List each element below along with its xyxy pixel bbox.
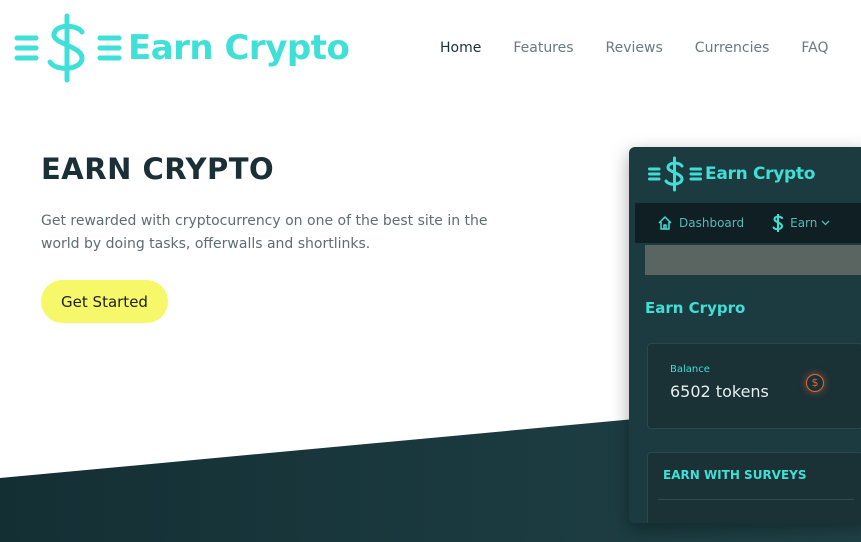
- surveys-title: EARN WITH SURVEYS: [663, 468, 807, 482]
- mockup-nav-earn-label: Earn: [790, 216, 818, 230]
- balance-value: 6502 tokens: [670, 382, 769, 401]
- balance-label: Balance: [670, 364, 710, 375]
- site-logo[interactable]: Earn Crypto: [14, 12, 350, 84]
- mockup-nav-dashboard-label: Dashboard: [679, 216, 745, 230]
- nav-currencies[interactable]: Currencies: [695, 38, 770, 58]
- mockup-brand-name: Earn Crypto: [705, 164, 816, 184]
- balance-card: Balance 6502 tokens $: [647, 343, 861, 429]
- mockup-logo: Earn Crypto: [647, 156, 815, 192]
- nav-reviews[interactable]: Reviews: [606, 38, 663, 58]
- dollar-icon: [772, 214, 784, 232]
- hero-title: EARN CRYPTO: [41, 152, 275, 186]
- mockup-heading: Earn Crypro: [645, 299, 746, 317]
- main-nav: Home Features Reviews Currencies FAQ: [440, 38, 861, 58]
- nav-features[interactable]: Features: [513, 38, 573, 58]
- divider: [658, 499, 854, 500]
- mockup-nav-dashboard[interactable]: Dashboard: [657, 215, 744, 231]
- surveys-card[interactable]: EARN WITH SURVEYS: [647, 452, 861, 523]
- chevron-down-icon: [821, 220, 830, 226]
- get-started-button[interactable]: Get Started: [41, 280, 168, 323]
- hero-description: Get rewarded with cryptocurrency on one …: [41, 213, 488, 252]
- nav-faq[interactable]: FAQ: [801, 38, 828, 58]
- dollar-logo-icon: [14, 13, 122, 83]
- brand-name: Earn Crypto: [128, 28, 350, 68]
- mockup-nav-earn[interactable]: Earn: [772, 214, 836, 232]
- dollar-coin-icon: $: [806, 374, 824, 392]
- mockup-banner-placeholder: [645, 245, 861, 275]
- home-icon: [658, 216, 672, 230]
- dollar-logo-icon: [648, 156, 702, 192]
- nav-home[interactable]: Home: [440, 38, 481, 58]
- mockup-nav-bar: Dashboard Earn: [635, 203, 861, 243]
- app-preview-mockup: Earn Crypto Dashboard Earn Earn Crypro B…: [629, 147, 861, 523]
